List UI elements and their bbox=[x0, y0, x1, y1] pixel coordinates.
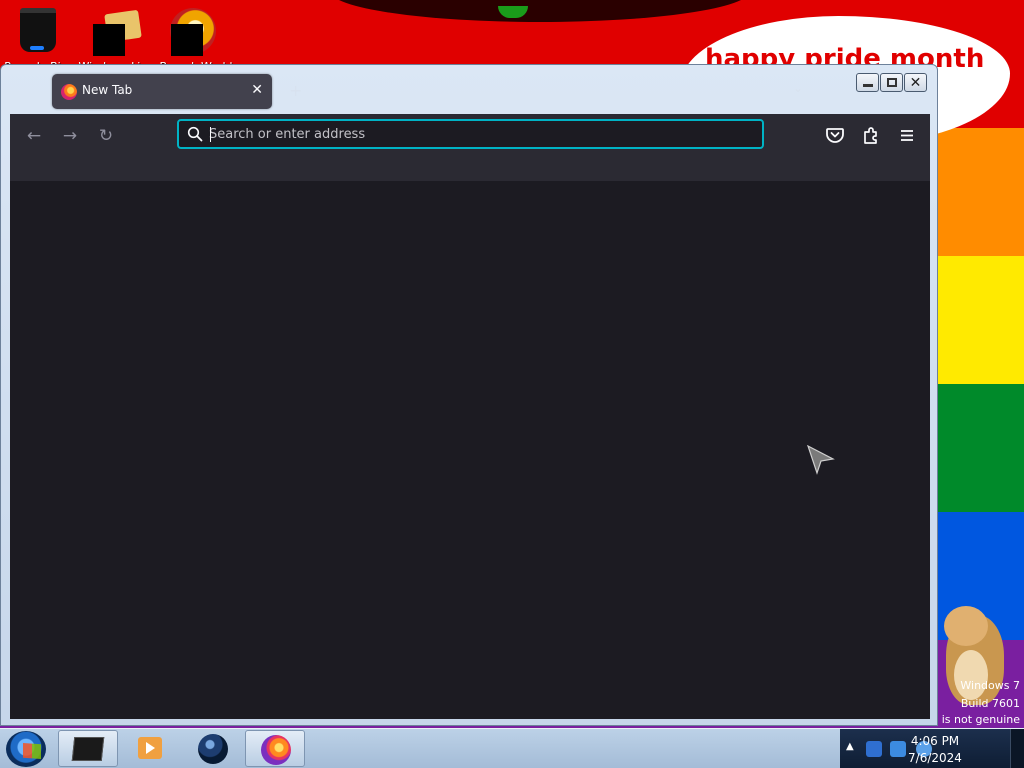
taskbar-app-firefox[interactable] bbox=[245, 730, 305, 767]
start-button[interactable] bbox=[6, 731, 46, 767]
tab-title: New Tab bbox=[82, 83, 133, 97]
hamster-face bbox=[944, 606, 988, 646]
desktop-icon-recycle-bin[interactable]: Recycle Bin bbox=[0, 4, 72, 73]
hamster-belly bbox=[954, 650, 988, 700]
redacted-block bbox=[171, 24, 203, 56]
window-controls: ✕ bbox=[856, 73, 927, 92]
firefox-icon bbox=[61, 84, 77, 100]
show-hidden-icons-button[interactable]: ▲ bbox=[846, 741, 854, 752]
media-player-icon bbox=[138, 737, 162, 759]
taskbar-app-globe[interactable] bbox=[183, 730, 243, 767]
new-tab-button[interactable]: + bbox=[289, 81, 302, 100]
maximize-icon bbox=[886, 78, 897, 87]
firefox-icon bbox=[261, 735, 291, 765]
menu-icon[interactable] bbox=[895, 123, 919, 147]
taskbar-app-terminal[interactable] bbox=[58, 730, 118, 767]
reload-button[interactable]: ↻ bbox=[94, 124, 118, 148]
redacted-block bbox=[93, 24, 125, 56]
maximize-button[interactable] bbox=[880, 73, 903, 92]
close-window-button[interactable]: ✕ bbox=[904, 73, 927, 92]
close-icon: ✕ bbox=[909, 74, 922, 91]
extensions-icon[interactable] bbox=[859, 123, 883, 147]
page-content[interactable] bbox=[10, 181, 930, 719]
clock-time[interactable]: 4:06 PM bbox=[900, 734, 970, 748]
desktop-icon-windows-live[interactable]: Windows Live bbox=[78, 4, 154, 73]
mouse-cursor-icon bbox=[807, 445, 835, 475]
recycle-bin-icon bbox=[20, 8, 56, 52]
text-caret bbox=[210, 127, 211, 142]
tab-close-button[interactable]: ✕ bbox=[251, 82, 263, 98]
minimize-icon bbox=[862, 84, 873, 87]
watermark-line-1: Windows 7 bbox=[960, 679, 1020, 692]
address-bar[interactable] bbox=[177, 119, 764, 149]
terminal-icon bbox=[71, 737, 105, 761]
desktop-icon-barack-world[interactable]: Barack World bbox=[160, 4, 233, 73]
clock-date[interactable]: 7/6/2024 bbox=[900, 751, 970, 765]
minimize-button[interactable] bbox=[856, 73, 879, 92]
address-input[interactable] bbox=[209, 124, 749, 144]
pocket-icon[interactable] bbox=[823, 123, 847, 147]
watermark-line-2: Build 7601 bbox=[960, 697, 1020, 710]
back-button[interactable]: ← bbox=[22, 124, 46, 148]
list-all-tabs-button[interactable]: ⌄ bbox=[793, 81, 803, 95]
taskbar-app-media-player[interactable] bbox=[120, 730, 180, 767]
navigation-toolbar: ← → ↻ bbox=[10, 114, 930, 181]
search-icon bbox=[187, 126, 203, 142]
windows-logo-icon bbox=[23, 743, 41, 759]
show-desktop-button[interactable] bbox=[1010, 729, 1024, 768]
taskbar: ▲ 4:06 PM 7/6/2024 bbox=[0, 728, 1024, 768]
firefox-window: ✕ New Tab ✕ + ⌄ ← → ↻ bbox=[0, 64, 938, 726]
globe-icon bbox=[198, 734, 228, 764]
tab-new-tab[interactable]: New Tab ✕ bbox=[52, 74, 272, 109]
tray-app-icon[interactable] bbox=[866, 741, 882, 757]
forward-button[interactable]: → bbox=[58, 124, 82, 148]
